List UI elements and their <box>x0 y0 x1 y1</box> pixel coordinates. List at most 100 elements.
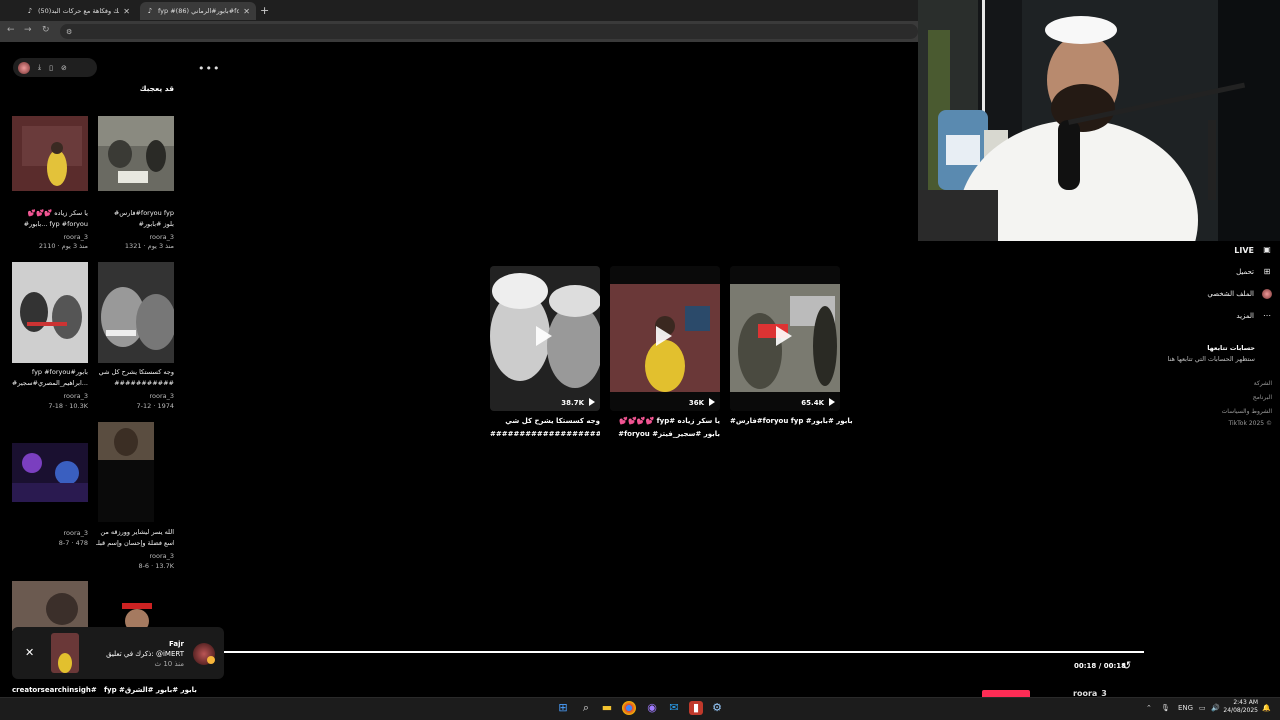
windows-taskbar <box>0 697 1280 720</box>
grid-author[interactable]: roora_3 <box>96 391 174 401</box>
replay-icon[interactable]: ↺ <box>1122 659 1131 672</box>
play-icon[interactable] <box>536 326 552 346</box>
notifications-icon[interactable]: 🔔 <box>1262 704 1271 712</box>
grid-thumb-7[interactable] <box>12 581 88 631</box>
reload-icon[interactable]: ↻ <box>42 25 50 35</box>
tiktok-favicon-icon: ♪ <box>147 7 153 15</box>
steam-icon[interactable]: ⚙ <box>710 701 724 715</box>
footer-link[interactable]: الشركة <box>1254 380 1272 387</box>
grid-thumb-2[interactable] <box>12 116 88 191</box>
file-explorer-icon[interactable]: ▬ <box>600 701 614 715</box>
block-icon[interactable]: ⊘ <box>61 64 67 72</box>
grid-caption: fyp #بابور #بابور #الشرق <box>104 686 197 694</box>
section-title: قد يعجبك <box>139 84 174 93</box>
notification-thumbnail <box>51 633 79 673</box>
nav-live[interactable]: LIVE ▣ <box>1234 245 1272 255</box>
view-count: 65.4K <box>801 399 824 407</box>
video-caption: #فارس#foryou fyp #بابور #بابور <box>730 417 853 425</box>
language-indicator[interactable]: ENG <box>1178 704 1193 712</box>
grid-thumb-6[interactable] <box>12 443 88 502</box>
views-play-icon <box>829 398 835 406</box>
notification-time: منذ 10 ث <box>154 660 184 668</box>
video-tile-2[interactable]: 36K <box>610 266 720 411</box>
nav-label: تحميل <box>1236 268 1254 276</box>
grid-thumb-5[interactable] <box>98 422 154 522</box>
teams-icon[interactable]: ◉ <box>645 701 659 715</box>
grid-caption: fyp #foryou#بابور <box>31 368 88 376</box>
close-icon[interactable]: ✕ <box>25 646 34 659</box>
notification-text: ذكرك في تعليق: @iMERT <box>106 650 184 658</box>
new-tab-icon[interactable]: + <box>260 4 269 17</box>
system-clock[interactable]: 2:43 AM 24/08/2025 <box>1223 699 1258 715</box>
more-icon: ⋯ <box>1263 311 1271 320</box>
nav-label: المزيد <box>1236 312 1254 320</box>
video-timecode: 00:18 / 00:18 <box>1074 662 1126 670</box>
grid-thumb-3[interactable] <box>98 262 174 363</box>
browser-tab-bar <box>0 0 918 21</box>
tab-title: (50)ضحك وفكاهة مع حركات البد <box>38 7 119 15</box>
views-play-icon <box>589 398 595 406</box>
grid-author[interactable]: roora_3 <box>10 391 88 401</box>
footer-link[interactable]: الشروط والسياسات <box>1222 408 1272 415</box>
notification-badge <box>207 656 215 664</box>
grid-caption: واسع فضلة وإحسان وإسم قبلـ... <box>96 539 174 547</box>
grid-author[interactable]: roora_3 <box>10 528 88 538</box>
live-icon: ▣ <box>1263 245 1271 254</box>
grid-meta: 8-6 · 13.7K <box>138 562 174 570</box>
nav-label: الملف الشخصي <box>1207 290 1254 298</box>
footer-copyright: TikTok 2025 © <box>1228 420 1273 427</box>
grid-thumb-1[interactable] <box>98 116 174 191</box>
tab-title: fyp #بابور#الرماني (86)#foryou <box>158 7 240 15</box>
clock-time: 2:43 AM <box>1233 699 1258 706</box>
video-tile-3[interactable]: 65.4K <box>730 266 840 411</box>
back-icon[interactable]: ← <box>7 25 15 35</box>
nav-upload[interactable]: تحميل ⊞ <box>1236 267 1272 277</box>
grid-caption: ########### <box>114 379 174 387</box>
grid-meta: 1321 · منذ 3 يوم <box>124 242 174 250</box>
grid-caption: 💕💕💕 يا سكر زياده <box>27 209 88 217</box>
close-tab-icon[interactable]: ✕ <box>123 7 130 16</box>
play-icon[interactable] <box>656 326 672 346</box>
network-icon[interactable]: ▭ <box>1199 704 1206 712</box>
close-tab-icon[interactable]: ✕ <box>243 7 250 16</box>
browser-tab-1[interactable]: ♪ (50)ضحك وفكاهة مع حركات البد ✕ <box>20 2 136 20</box>
outlook-icon[interactable]: ✉ <box>667 701 681 715</box>
webcam-overlay <box>918 0 1280 241</box>
clock-date: 24/08/2025 <box>1223 707 1258 714</box>
download-icon[interactable]: ⤓ <box>38 63 41 72</box>
nav-more[interactable]: المزيد ⋯ <box>1236 311 1272 321</box>
tiktok-favicon-icon: ♪ <box>27 7 33 15</box>
grid-caption: #بابور... fyp #foryou <box>23 220 88 228</box>
play-icon[interactable] <box>776 326 792 346</box>
grid-caption: #ابراهيم_المصري#سجير... <box>11 379 88 387</box>
grid-author[interactable]: roora_3 <box>96 551 174 561</box>
grid-thumb-4[interactable] <box>12 262 88 363</box>
following-title: حسابات تتابعها <box>1207 344 1255 352</box>
nav-profile[interactable]: الملف الشخصي <box>1207 289 1272 299</box>
grid-meta: 7-12 · 1974 <box>136 402 175 410</box>
video-tile-1[interactable]: 38.7K <box>490 266 600 411</box>
windows-start-icon[interactable]: ⊞ <box>556 701 570 715</box>
grid-caption: وجه كسستكا يشرح كل شي <box>98 368 174 376</box>
browser-tab-2-active[interactable]: ♪ fyp #بابور#الرماني (86)#foryou ✕ <box>140 2 256 20</box>
footer-link[interactable]: البرنامج <box>1253 394 1272 401</box>
avatar[interactable] <box>18 61 30 74</box>
site-info-icon[interactable]: ⚙ <box>66 28 72 36</box>
forward-icon[interactable]: → <box>24 25 32 35</box>
grid-caption: الله يسر ليشاير وورزقه من <box>100 528 174 536</box>
search-icon[interactable]: ⌕ <box>579 701 593 715</box>
app-icon[interactable]: ▮ <box>689 701 703 715</box>
volume-icon[interactable]: 🔊 <box>1211 704 1220 712</box>
mobile-icon[interactable]: ▯ <box>49 64 53 72</box>
more-options-icon[interactable]: ••• <box>198 62 220 75</box>
view-count: 38.7K <box>561 399 584 407</box>
views-play-icon <box>709 398 715 406</box>
chrome-icon[interactable] <box>622 701 636 715</box>
video-caption: وجه كسستكا يشرح كل شي <box>505 417 600 425</box>
upload-icon: ⊞ <box>1263 267 1271 276</box>
url-input[interactable]: ⚙ <box>60 24 918 39</box>
microphone-icon[interactable]: 🎙 <box>1161 704 1170 712</box>
video-progress-bar[interactable] <box>224 651 1144 653</box>
tray-chevron-icon[interactable]: ⌃ <box>1146 704 1152 712</box>
grid-caption: #فارس#foryou fyp <box>113 209 174 217</box>
